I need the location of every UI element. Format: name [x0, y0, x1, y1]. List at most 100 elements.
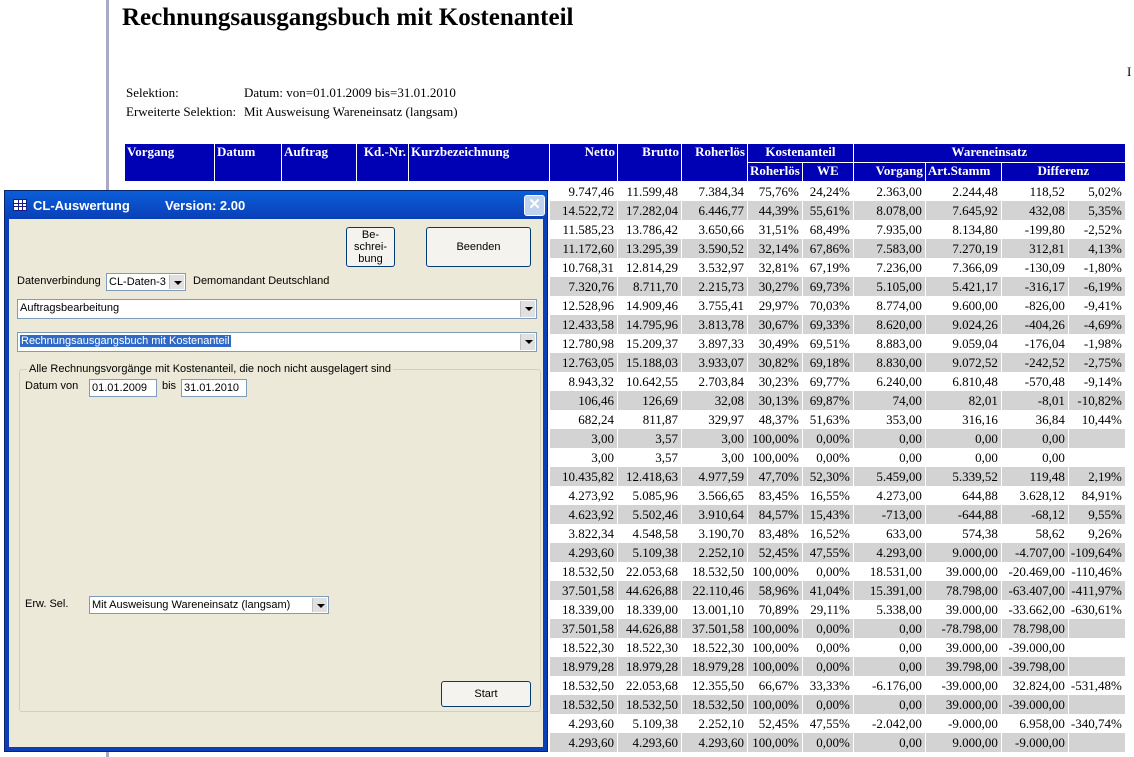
table-cell: -9.000,00 [1001, 733, 1069, 752]
table-cell: 11.599,48 [617, 181, 682, 201]
beschreibung-button[interactable]: Be- schrei- bung [346, 227, 395, 267]
table-cell: 30,27% [747, 277, 803, 296]
table-cell: -826,00 [1001, 296, 1069, 315]
datum-bis-input[interactable] [181, 379, 247, 397]
table-cell: 5.109,38 [617, 714, 682, 733]
table-cell: -20.469,00 [1001, 562, 1069, 581]
report-title: Rechnungsausgangsbuch mit Kostenanteil [122, 4, 574, 31]
table-cell [1068, 733, 1126, 752]
mandant-label: Demomandant Deutschland [193, 275, 330, 287]
table-cell: -1,80% [1068, 258, 1126, 277]
table-cell: 2,19% [1068, 467, 1126, 486]
table-cell: 0,00 [853, 695, 926, 714]
datum-von-label: Datum von [25, 380, 79, 392]
table-cell: 7.236,00 [853, 258, 926, 277]
beenden-button[interactable]: Beenden [426, 227, 531, 267]
col-header-kostenanteil-we: WE [801, 162, 854, 182]
col-header-roherloes: Roherlös [681, 143, 748, 182]
table-cell: 39.000,00 [925, 600, 1002, 619]
datenverbindung-value: CL-Daten-3 [109, 276, 166, 288]
erw-sel-value: Mit Ausweisung Wareneinsatz (langsam) [92, 599, 291, 611]
start-button[interactable]: Start [441, 681, 531, 707]
table-cell: 84,57% [747, 505, 803, 524]
table-cell: 4,13% [1068, 239, 1126, 258]
table-cell: 69,73% [802, 277, 854, 296]
table-cell: 432,08 [1001, 201, 1069, 220]
table-cell: 74,00 [853, 391, 926, 410]
close-button[interactable]: ✕ [524, 195, 545, 216]
table-cell [1068, 657, 1126, 676]
table-cell: 83,45% [747, 486, 803, 505]
datum-von-input[interactable] [89, 379, 157, 397]
table-cell: 44.626,88 [617, 619, 682, 638]
table-cell: 5.109,38 [617, 543, 682, 562]
table-cell: -33.662,00 [1001, 600, 1069, 619]
col-header-kostenanteil-roherloes: Roherlös [747, 162, 803, 182]
table-cell: 0,00 [1001, 429, 1069, 448]
table-cell: 11.585,23 [549, 220, 618, 239]
table-cell: 4.293,60 [617, 733, 682, 752]
table-cell: 18.979,28 [549, 657, 618, 676]
table-cell: 3.897,33 [681, 334, 748, 353]
col-header-kurzbezeichnung: Kurzbezeichnung [408, 143, 550, 182]
table-cell [1068, 619, 1126, 638]
table-cell: 2.363,00 [853, 181, 926, 201]
table-cell: 5.338,00 [853, 600, 926, 619]
table-cell: 633,00 [853, 524, 926, 543]
table-cell: -411,97% [1068, 581, 1126, 600]
table-cell: 1.283,00 [853, 752, 926, 757]
table-cell: 30,82% [747, 353, 803, 372]
chevron-down-icon[interactable] [312, 598, 327, 612]
table-cell: 13.295,39 [617, 239, 682, 258]
table-cell: 37.501,58 [549, 581, 618, 600]
table-cell: 51,63% [802, 410, 854, 429]
col-header-kdnr: Kd.-Nr. [356, 143, 409, 182]
col-header-vorgang: Vorgang [124, 143, 215, 182]
table-cell: 78.798,00 [925, 581, 1002, 600]
chevron-down-icon[interactable] [169, 275, 184, 289]
datenverbindung-select[interactable]: CL-Daten-3 [106, 273, 186, 291]
erw-sel-select[interactable]: Mit Ausweisung Wareneinsatz (langsam) [89, 596, 329, 614]
table-cell: 32,08 [681, 391, 748, 410]
table-cell: 18.339,00 [549, 600, 618, 619]
table-cell: 4.293,00 [853, 543, 926, 562]
table-cell: 36,84 [1001, 410, 1069, 429]
table-cell: 13.001,10 [681, 600, 748, 619]
table-cell: -110,46% [1068, 562, 1126, 581]
col-header-we-artstamm: Art.Stamm [924, 162, 1002, 182]
table-cell: 0,00% [802, 429, 854, 448]
table-cell: -68,12 [1001, 505, 1069, 524]
table-cell: 22.053,68 [617, 676, 682, 695]
table-cell: 2.244,48 [925, 181, 1002, 201]
table-cell: 30,13% [747, 391, 803, 410]
table-cell: 3,00 [681, 429, 748, 448]
table-cell: 10.768,31 [549, 258, 618, 277]
table-cell: 0,00 [1001, 448, 1069, 467]
table-cell: 44.626,88 [617, 581, 682, 600]
table-cell: 2.252,10 [681, 543, 748, 562]
table-cell: -130,09 [1001, 258, 1069, 277]
table-cell: 0,00% [802, 695, 854, 714]
chevron-down-icon[interactable] [520, 301, 535, 317]
table-cell: 39.000,00 [925, 638, 1002, 657]
dialog-titlebar[interactable]: CL-Auswertung Version: 2.00 ✕ [5, 191, 547, 219]
chevron-down-icon[interactable] [520, 334, 535, 350]
table-cell: 2.252,10 [681, 714, 748, 733]
table-cell: 69,51% [802, 334, 854, 353]
table-cell: -2.042,00 [853, 714, 926, 733]
table-cell: 4.293,60 [549, 733, 618, 752]
selection-group-box [19, 369, 541, 712]
col-header-wareneinsatz: Wareneinsatz [852, 143, 1126, 163]
table-cell: 353,00 [853, 410, 926, 429]
erweiterte-selektion-value: Mit Ausweisung Wareneinsatz (langsam) [244, 104, 458, 119]
table-cell: 9.600,00 [925, 296, 1002, 315]
col-header-we-differenz: Differenz [1000, 162, 1126, 182]
table-cell: 12.763,05 [549, 353, 618, 372]
table-cell: 0,00% [802, 619, 854, 638]
table-cell: 52,45% [747, 714, 803, 733]
auswertung-select[interactable]: Rechnungsausgangsbuch mit Kostenanteil [17, 332, 537, 352]
table-cell: 644,88 [925, 486, 1002, 505]
table-cell: -78.798,00 [925, 619, 1002, 638]
col-header-kostenanteil: Kostenanteil [747, 143, 854, 163]
modul-select[interactable]: Auftragsbearbeitung [17, 299, 537, 319]
